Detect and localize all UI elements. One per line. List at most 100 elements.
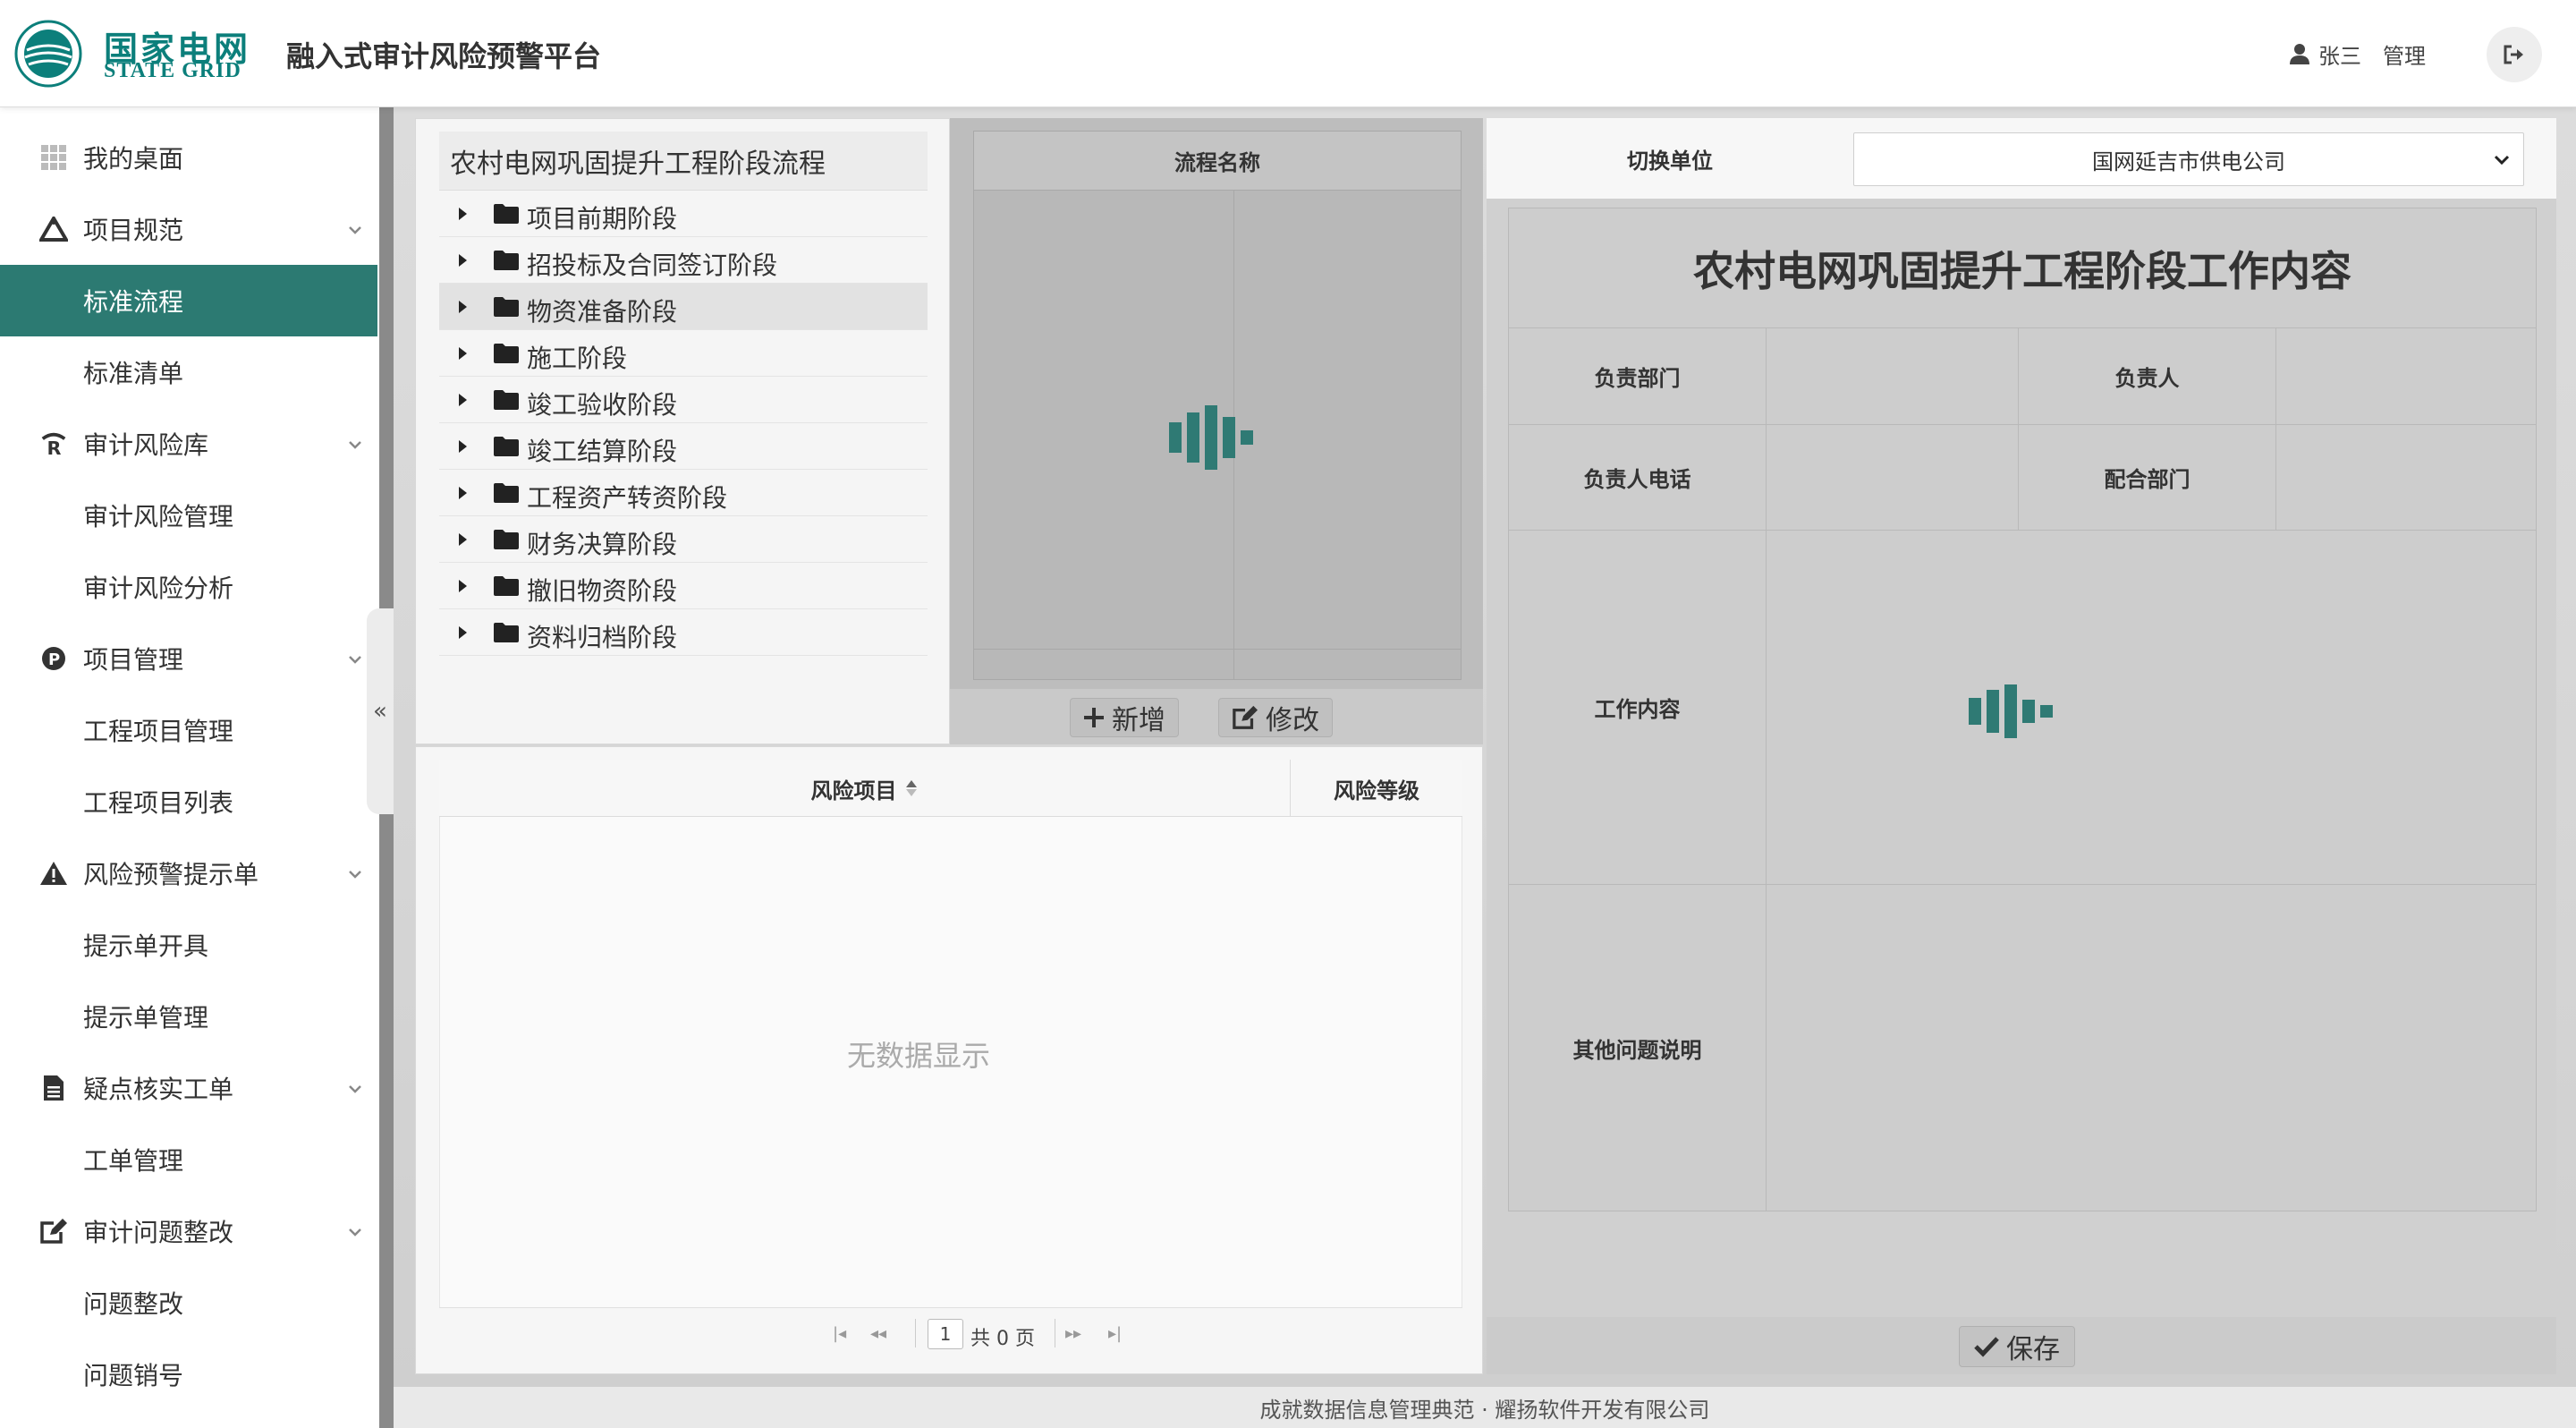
pagination-bar: |◂ ◂◂ 1 共 0 页 ▸▸ ▸|: [439, 1307, 1462, 1357]
sidebar-group-doubt-verification[interactable]: 疑点核实工单: [0, 1052, 379, 1124]
phone-value-cell[interactable]: [1767, 425, 2019, 531]
folder-icon: [494, 344, 519, 363]
sort-icon: [905, 780, 917, 796]
sidebar-item-notice-management[interactable]: 提示单管理: [0, 981, 379, 1052]
tree-node[interactable]: 物资准备阶段: [439, 284, 928, 330]
sidebar-item-label: 问题整改: [83, 1289, 184, 1319]
sidebar-item-label: 项目管理: [83, 645, 184, 675]
page-number-input[interactable]: 1: [928, 1319, 963, 1349]
plus-icon: [1084, 708, 1104, 727]
owner-value-cell[interactable]: [2276, 328, 2536, 425]
tree-node-label: 施工阶段: [527, 344, 628, 373]
caret-right-icon[interactable]: [457, 625, 468, 640]
caret-right-icon[interactable]: [457, 300, 468, 314]
tree-node[interactable]: 财务决算阶段: [439, 516, 928, 563]
prev-page-icon[interactable]: ◂◂: [870, 1324, 886, 1343]
work-value-cell[interactable]: [1767, 531, 2536, 885]
platform-title: 融入式审计风险预警平台: [286, 39, 602, 73]
sidebar-item-audit-risk-management[interactable]: 审计风险管理: [0, 480, 379, 551]
chevron-down-icon: [349, 1228, 361, 1237]
process-name-header: 流程名称: [974, 132, 1461, 191]
folder-icon: [494, 483, 519, 503]
chevron-down-icon: [349, 441, 361, 449]
edit-icon: [39, 1217, 68, 1245]
caret-right-icon[interactable]: [457, 532, 468, 547]
folder-icon: [494, 204, 519, 224]
sidebar-item-audit-risk-analysis[interactable]: 审计风险分析: [0, 551, 379, 623]
dept-value-cell[interactable]: [1767, 328, 2019, 425]
sidebar-item-standard-list[interactable]: 标准清单: [0, 336, 379, 408]
caret-right-icon[interactable]: [457, 439, 468, 454]
footer-text: 成就数据信息管理典范 · 耀扬软件开发有限公司: [1259, 1397, 1710, 1423]
sidebar-item-label: 标准流程: [83, 287, 184, 317]
sidebar-item-engineering-project-list[interactable]: 工程项目列表: [0, 766, 379, 837]
next-page-icon[interactable]: ▸▸: [1065, 1324, 1081, 1343]
tree-node[interactable]: 竣工验收阶段: [439, 377, 928, 423]
work-content-title: 农村电网巩固提升工程阶段工作内容: [1509, 208, 2536, 328]
folder-icon: [494, 623, 519, 642]
sidebar-item-engineering-project-management[interactable]: 工程项目管理: [0, 694, 379, 766]
tree-node[interactable]: 资料归档阶段: [439, 609, 928, 656]
stage-tree-panel: 农村电网巩固提升工程阶段流程 项目前期阶段 招投标及合同签订阶段 物资准备阶段施工阶…: [415, 118, 950, 744]
caret-right-icon[interactable]: [457, 207, 468, 221]
work-label-cell: 工作内容: [1509, 531, 1767, 885]
sidebar-item-label: 疑点核实工单: [83, 1075, 234, 1104]
tree-node[interactable]: 工程资产转资阶段: [439, 470, 928, 516]
sidebar-group-risk-warning-notice[interactable]: 风险预警提示单: [0, 837, 379, 909]
dashboard-grid-icon: [39, 143, 68, 172]
folder-icon: [494, 530, 519, 549]
risk-table-header: 风险项目 风险等级: [439, 760, 1462, 817]
sidebar-group-project-management[interactable]: P 项目管理: [0, 623, 379, 694]
work-content-table: 农村电网巩固提升工程阶段工作内容 负责部门 负责人 负责人电话 配合部门 工作内…: [1508, 208, 2537, 1211]
sidebar-group-project-spec[interactable]: 项目规范: [0, 193, 379, 265]
add-button[interactable]: 新增: [1070, 698, 1179, 737]
folder-icon: [494, 437, 519, 456]
sidebar-item-work-order-management[interactable]: 工单管理: [0, 1124, 379, 1195]
tree-node[interactable]: 项目前期阶段: [439, 191, 928, 237]
svg-text:R: R: [47, 438, 61, 456]
save-button[interactable]: 保存: [1959, 1326, 2075, 1367]
add-button-label: 新增: [1112, 705, 1165, 736]
logo-text-en: STATE GRID: [104, 59, 242, 82]
tree-node-label: 撤旧物资阶段: [527, 576, 678, 606]
sidebar-group-audit-risk-library[interactable]: R 审计风险库: [0, 408, 379, 480]
logout-button[interactable]: [2487, 27, 2542, 82]
chevron-down-icon: [349, 656, 361, 664]
svg-text:P: P: [48, 650, 60, 669]
coop-value-cell[interactable]: [2276, 425, 2536, 531]
caret-right-icon[interactable]: [457, 253, 468, 268]
edit-button[interactable]: 修改: [1218, 698, 1333, 737]
unit-switch-bar: 切换单位 国网延吉市供电公司: [1487, 118, 2556, 199]
sidebar-menu: 我的桌面 项目规范 标准流程 标准清单 R 审计风险库 审计风险管理 审计风险分…: [0, 107, 379, 1428]
sidebar-item-issue-closing[interactable]: 问题销号: [0, 1339, 379, 1410]
last-page-icon[interactable]: ▸|: [1108, 1324, 1122, 1343]
sidebar-item-my-desktop[interactable]: 我的桌面: [0, 122, 379, 193]
sidebar-item-issue-rectification[interactable]: 问题整改: [0, 1267, 379, 1339]
tree-node[interactable]: 撤旧物资阶段: [439, 563, 928, 609]
tree-title: 农村电网巩固提升工程阶段流程: [439, 132, 928, 191]
state-grid-logo-icon: [14, 20, 82, 88]
column-header-risk-level[interactable]: 风险等级: [1291, 760, 1462, 817]
sidebar-item-label: 提示单开具: [83, 931, 209, 961]
tree-node[interactable]: 竣工结算阶段: [439, 423, 928, 470]
tree-node[interactable]: 施工阶段: [439, 330, 928, 377]
unit-select[interactable]: 国网延吉市供电公司: [1853, 132, 2524, 186]
chevron-down-icon: [349, 226, 361, 234]
caret-right-icon[interactable]: [457, 579, 468, 593]
column-header-risk-item[interactable]: 风险项目: [439, 760, 1291, 817]
caret-right-icon[interactable]: [457, 346, 468, 361]
process-panel: 流程名称 新增 修改: [950, 118, 1483, 744]
tree-node[interactable]: 招投标及合同签订阶段: [439, 237, 928, 284]
other-value-cell[interactable]: [1767, 885, 2536, 1211]
caret-right-icon[interactable]: [457, 486, 468, 500]
first-page-icon[interactable]: |◂: [833, 1324, 846, 1343]
sidebar-item-notice-issue[interactable]: 提示单开具: [0, 909, 379, 981]
sidebar-item-standard-process[interactable]: 标准流程: [0, 265, 377, 336]
sidebar-collapse-button[interactable]: «: [367, 608, 394, 814]
tree-node-label: 财务决算阶段: [527, 530, 678, 559]
sidebar-group-audit-issue-rectification[interactable]: 审计问题整改: [0, 1195, 379, 1267]
user-menu[interactable]: 张三 管理: [2290, 36, 2426, 72]
sidebar-item-label: 工程项目管理: [83, 717, 234, 746]
folder-icon: [494, 251, 519, 270]
caret-right-icon[interactable]: [457, 393, 468, 407]
